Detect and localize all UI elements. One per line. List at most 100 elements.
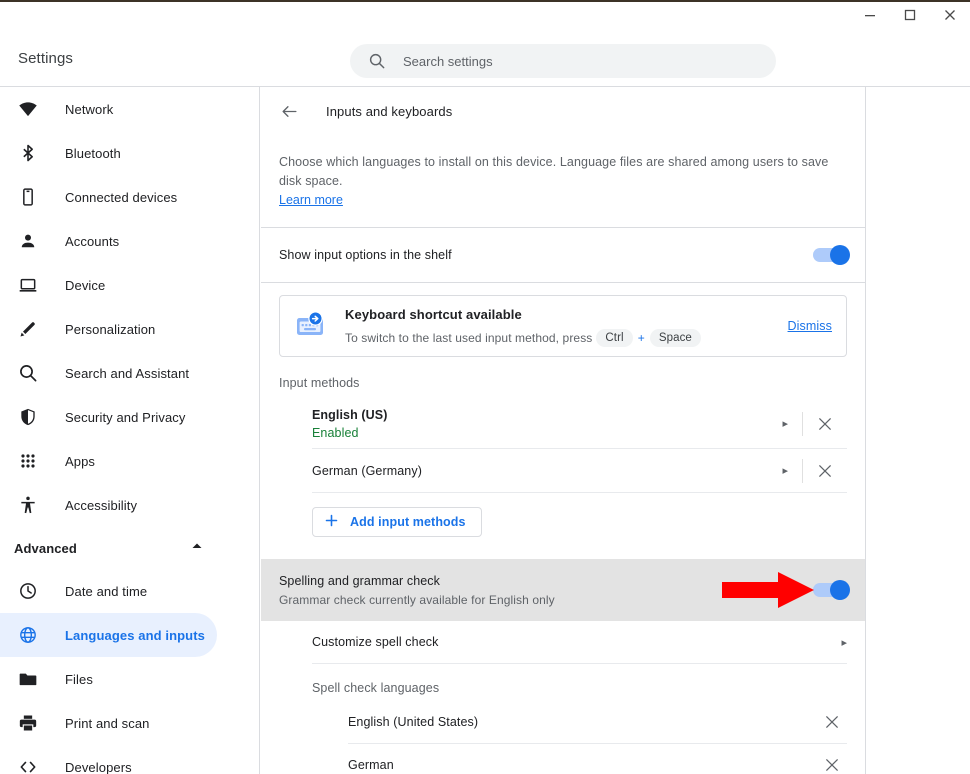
sidebar-item-label: Date and time <box>65 583 148 599</box>
add-input-methods-button[interactable]: Add input methods <box>312 507 482 537</box>
printer-icon <box>18 713 38 733</box>
sidebar-item-developers[interactable]: Developers <box>0 745 217 774</box>
show-input-options-row[interactable]: Show input options in the shelf <box>261 228 865 282</box>
sidebar-item-label: Network <box>65 101 114 117</box>
input-method-row-english[interactable]: English (US) Enabled ▸ <box>312 399 847 449</box>
search-icon <box>368 52 386 70</box>
sidebar-item-label: Security and Privacy <box>65 409 186 425</box>
accessibility-icon <box>18 495 38 515</box>
settings-main-content: Inputs and keyboards Choose which langua… <box>261 87 866 774</box>
add-input-methods-label: Add input methods <box>350 515 466 529</box>
sidebar-item-label: Print and scan <box>65 715 150 731</box>
keyboard-shortcut-icon <box>294 310 326 342</box>
spelling-title: Spelling and grammar check <box>279 573 441 588</box>
sidebar-item-apps[interactable]: Apps <box>0 439 217 483</box>
folder-icon <box>18 669 38 689</box>
toggle-knob <box>830 245 850 265</box>
spell-check-language-row-german[interactable]: German <box>348 744 847 774</box>
spell-check-language-name: German <box>348 758 394 772</box>
remove-spell-check-language-button[interactable] <box>817 715 847 729</box>
search-box[interactable] <box>350 44 776 78</box>
minimize-icon <box>864 9 876 21</box>
close-icon <box>944 9 956 21</box>
learn-more-link[interactable]: Learn more <box>279 193 343 207</box>
sidebar-item-accessibility[interactable]: Accessibility <box>0 483 217 527</box>
sidebar-item-bluetooth[interactable]: Bluetooth <box>0 131 217 175</box>
sidebar-item-label: Accessibility <box>65 497 138 513</box>
spelling-and-grammar-section[interactable]: Spelling and grammar check Grammar check… <box>261 559 865 621</box>
input-method-name: German (Germany) <box>312 463 422 478</box>
remove-input-method-button[interactable] <box>803 464 847 478</box>
back-arrow-icon[interactable] <box>279 101 299 121</box>
page-title: Inputs and keyboards <box>326 103 453 119</box>
show-input-options-toggle[interactable] <box>813 245 850 265</box>
sidebar-item-personalization[interactable]: Personalization <box>0 307 217 351</box>
search-input[interactable] <box>403 46 743 76</box>
window-titlebar <box>0 0 970 28</box>
grid-icon <box>18 451 38 471</box>
code-icon <box>18 757 38 774</box>
spell-check-language-row-english[interactable]: English (United States) <box>348 701 847 744</box>
plus-icon <box>325 514 338 530</box>
customize-spell-check-label: Customize spell check <box>312 635 439 649</box>
input-method-status: Enabled <box>312 425 359 440</box>
key-join: + <box>637 330 645 345</box>
shield-icon <box>18 407 38 427</box>
chevron-up-icon <box>191 539 203 557</box>
chevron-right-icon[interactable]: ▸ <box>841 636 847 649</box>
sidebar-item-security-and-privacy[interactable]: Security and Privacy <box>0 395 217 439</box>
sidebar-item-device[interactable]: Device <box>0 263 217 307</box>
sidebar-item-label: Files <box>65 671 93 687</box>
sidebar-item-date-and-time[interactable]: Date and time <box>0 569 217 613</box>
show-input-options-label: Show input options in the shelf <box>279 248 452 262</box>
chevron-right-icon[interactable]: ▸ <box>782 417 802 430</box>
keyboard-shortcut-subtitle: To switch to the last used input method,… <box>345 328 705 347</box>
sidebar-item-label: Developers <box>65 759 132 774</box>
sidebar-item-search-and-assistant[interactable]: Search and Assistant <box>0 351 217 395</box>
spelling-subtitle: Grammar check currently available for En… <box>279 592 555 607</box>
key-ctrl: Ctrl <box>596 328 633 347</box>
toggle-knob <box>830 580 850 600</box>
sidebar-advanced-header[interactable]: Advanced <box>0 527 217 569</box>
page-description: Choose which languages to install on thi… <box>279 155 829 188</box>
customize-spell-check-row[interactable]: Customize spell check ▸ <box>312 621 847 664</box>
phone-icon <box>18 187 38 207</box>
input-method-row-german[interactable]: German (Germany) ▸ <box>312 449 847 493</box>
spelling-toggle[interactable] <box>813 580 850 600</box>
spelling-text-block: Spelling and grammar check Grammar check… <box>279 574 555 607</box>
sidebar-item-label: Apps <box>65 453 96 469</box>
maximize-icon <box>904 9 916 21</box>
sidebar-item-files[interactable]: Files <box>0 657 217 701</box>
laptop-icon <box>18 275 38 295</box>
sidebar-item-print-and-scan[interactable]: Print and scan <box>0 701 217 745</box>
bluetooth-icon <box>18 143 38 163</box>
close-button[interactable] <box>930 2 970 28</box>
sidebar-item-connected-devices[interactable]: Connected devices <box>0 175 217 219</box>
sidebar-item-label: Connected devices <box>65 189 178 205</box>
sidebar-item-label: Personalization <box>65 321 156 337</box>
page-header: Inputs and keyboards <box>261 87 865 135</box>
page-description-block: Choose which languages to install on thi… <box>261 135 865 209</box>
input-method-names: English (US) Enabled <box>312 408 388 440</box>
advanced-label: Advanced <box>14 540 77 556</box>
sidebar-item-label: Languages and inputs <box>65 627 205 643</box>
sidebar-item-label: Accounts <box>65 233 120 249</box>
shortcut-subtitle-prefix: To switch to the last used input method,… <box>345 330 593 345</box>
input-method-names: German (Germany) <box>312 464 422 478</box>
sidebar-item-network[interactable]: Network <box>0 87 217 131</box>
minimize-button[interactable] <box>850 2 890 28</box>
keyboard-shortcut-text: Keyboard shortcut available To switch to… <box>345 306 705 347</box>
red-arrow-annotation <box>722 572 814 608</box>
dismiss-button[interactable]: Dismiss <box>788 319 832 333</box>
spell-check-language-name: English (United States) <box>348 715 479 729</box>
maximize-button[interactable] <box>890 2 930 28</box>
right-gutter <box>867 87 970 774</box>
sidebar-item-accounts[interactable]: Accounts <box>0 219 217 263</box>
keyboard-shortcut-card: Keyboard shortcut available To switch to… <box>279 295 847 357</box>
sidebar-item-label: Bluetooth <box>65 145 121 161</box>
chevron-right-icon[interactable]: ▸ <box>782 464 802 477</box>
remove-spell-check-language-button[interactable] <box>817 758 847 772</box>
remove-input-method-button[interactable] <box>803 417 847 431</box>
person-icon <box>18 231 38 251</box>
sidebar-item-languages-and-inputs[interactable]: Languages and inputs <box>0 613 217 657</box>
